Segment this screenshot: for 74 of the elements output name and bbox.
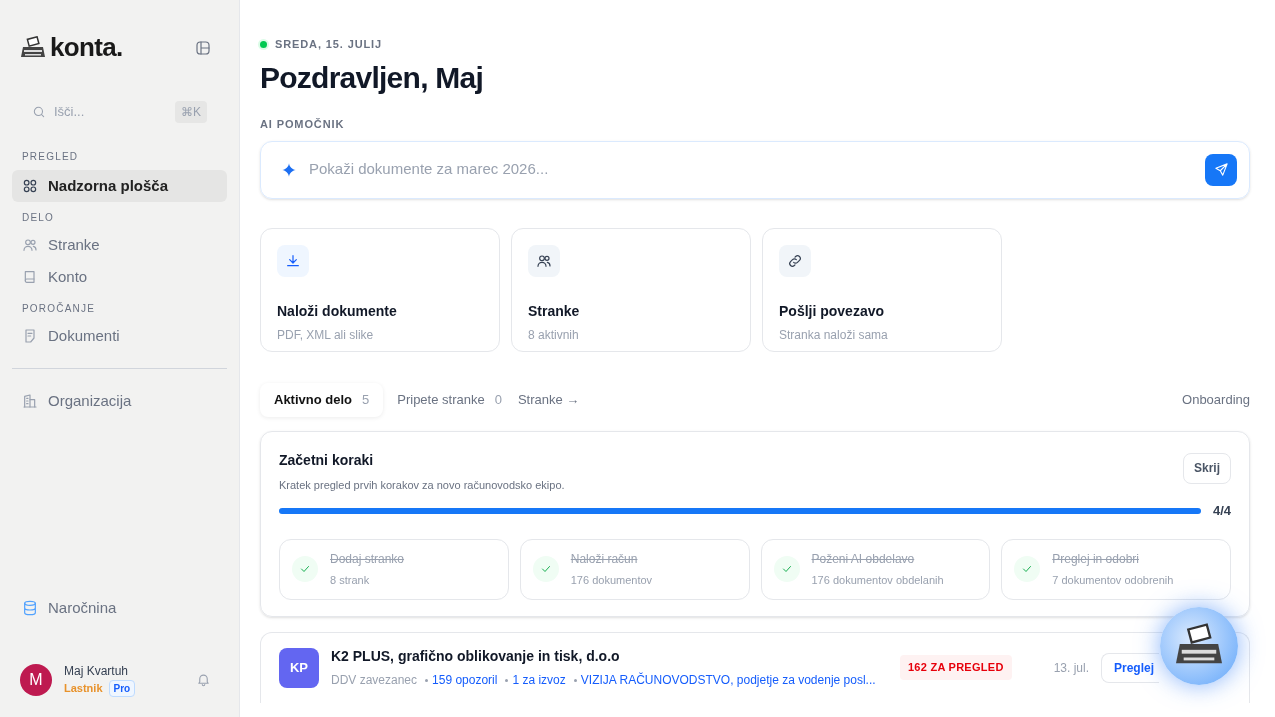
grid-icon (22, 178, 38, 194)
card-title: Začetni koraki (279, 450, 375, 470)
action-card[interactable]: Pošlji povezavo Stranka naloži sama (762, 227, 1002, 352)
download-icon (285, 252, 301, 269)
client-link[interactable]: VIZIJA RAČUNOVODSTVO, podjetje za vodenje posl... (580, 671, 876, 689)
action-card[interactable]: Naloži dokumente PDF, XML ali slike (260, 227, 500, 352)
users-icon (536, 252, 552, 269)
document-icon (22, 328, 38, 344)
prompt-field[interactable]: Pokaži dokumente za marec 2026... (309, 158, 1193, 181)
user-name: Maj Kvartuh (64, 663, 130, 680)
section-heading: POROČANJE (21, 301, 97, 316)
step-detail: 8 strank (330, 572, 371, 588)
card-subtitle: Kratek pregled prvih korakov za novo računovodsko ekipo. (279, 477, 565, 493)
card-subtitle: Stranka naloži sama (779, 326, 889, 344)
book-icon (22, 269, 38, 285)
sidebar-toggle-icon (195, 39, 211, 56)
client-link[interactable]: 159 opozoril (432, 671, 498, 689)
client-link[interactable]: 1 za izvoz (512, 671, 566, 689)
plan-badge: Pro (108, 680, 136, 697)
section-heading: DELO (21, 211, 56, 225)
send-button[interactable] (1205, 153, 1237, 186)
progress-count: 4/4 (1212, 502, 1231, 520)
review-badge: 162 ZA PREGLED (899, 655, 1012, 680)
search-icon (32, 105, 46, 119)
tab-count: 0 (494, 390, 502, 409)
tab[interactable]: Aktivno delo 5 (260, 382, 384, 417)
card-subtitle: PDF, XML ali slike (277, 326, 375, 344)
assistant-button[interactable] (1160, 607, 1238, 685)
user-role: Lastnik (64, 681, 103, 697)
assistant-field[interactable]: Pokaži dokumente za marec 2026... (260, 140, 1250, 199)
database-icon (22, 600, 38, 616)
date-label: SREDA, 15. JULIJ (275, 37, 382, 52)
bell-icon (196, 672, 211, 687)
send-icon (1213, 162, 1229, 177)
tab-count: 5 (362, 390, 370, 409)
typewriter-icon (20, 35, 46, 60)
app-logo: konta. (50, 31, 123, 64)
nav-item[interactable]: Konto (12, 261, 227, 293)
link-icon (787, 252, 803, 269)
nav-item[interactable]: Stranke (12, 229, 227, 261)
review-button[interactable]: Preglej (1101, 652, 1159, 683)
card-title: Stranke (528, 301, 581, 321)
card-title: Pošlji povezavo (779, 301, 886, 321)
greeting-heading: Pozdravljen, Maj (260, 59, 485, 96)
step-title: Preglej in odobri (1052, 550, 1140, 568)
nav-item[interactable]: Dokumenti (12, 320, 227, 352)
section-heading: PREGLED (21, 150, 80, 164)
step-detail: 176 dokumentov obdelanih (811, 572, 944, 588)
step-title: Poženi AI obdelavo (811, 550, 916, 568)
client-name: K2 PLUS, grafično oblikovanje in tisk, d.o.o (331, 647, 621, 666)
search-field[interactable]: Išči... (54, 102, 167, 122)
clients-link[interactable]: Stranke → (515, 389, 582, 410)
client-avatar: KP (279, 647, 319, 688)
client-date: 13. jul. (1053, 659, 1089, 677)
nav-item[interactable]: Organizacija (12, 385, 227, 417)
section-label: AI POMOČNIK (260, 117, 346, 132)
step-detail: 176 dokumentov (570, 572, 653, 588)
tab[interactable]: Pripete stranke 0 (383, 382, 516, 417)
building-icon (22, 393, 38, 409)
card-subtitle: 8 aktivnih (528, 326, 580, 344)
shortcut-key: ⌘K (175, 101, 207, 123)
subscription-link[interactable]: Naročnina (12, 592, 227, 624)
step-title: Naloži račun (570, 550, 639, 568)
client-row[interactable]: KP K2 PLUS, grafično oblikovanje in tisk, d.o.o DDV zavezanec 159 opozoril 1 za izvoz VIZIJA RAČUNOVODSTVO, podjetje za vodenje posl... 162 ZA PREGLED 13. jul. Preglej (261, 632, 1249, 703)
onboarding-link[interactable]: Onboarding (1182, 389, 1250, 410)
users-icon (22, 237, 38, 253)
hide-button[interactable]: Skrij (1183, 452, 1231, 484)
step-title: Dodaj stranko (330, 550, 405, 568)
user-avatar: M (20, 663, 52, 696)
card-title: Naloži dokumente (277, 301, 398, 321)
action-card[interactable]: Stranke 8 aktivnih (511, 227, 751, 352)
nav-item[interactable]: Nadzorna plošča (12, 170, 227, 202)
step-detail: 7 dokumentov odobrenih (1052, 572, 1174, 588)
client-type: DDV zavezanec (331, 672, 418, 689)
